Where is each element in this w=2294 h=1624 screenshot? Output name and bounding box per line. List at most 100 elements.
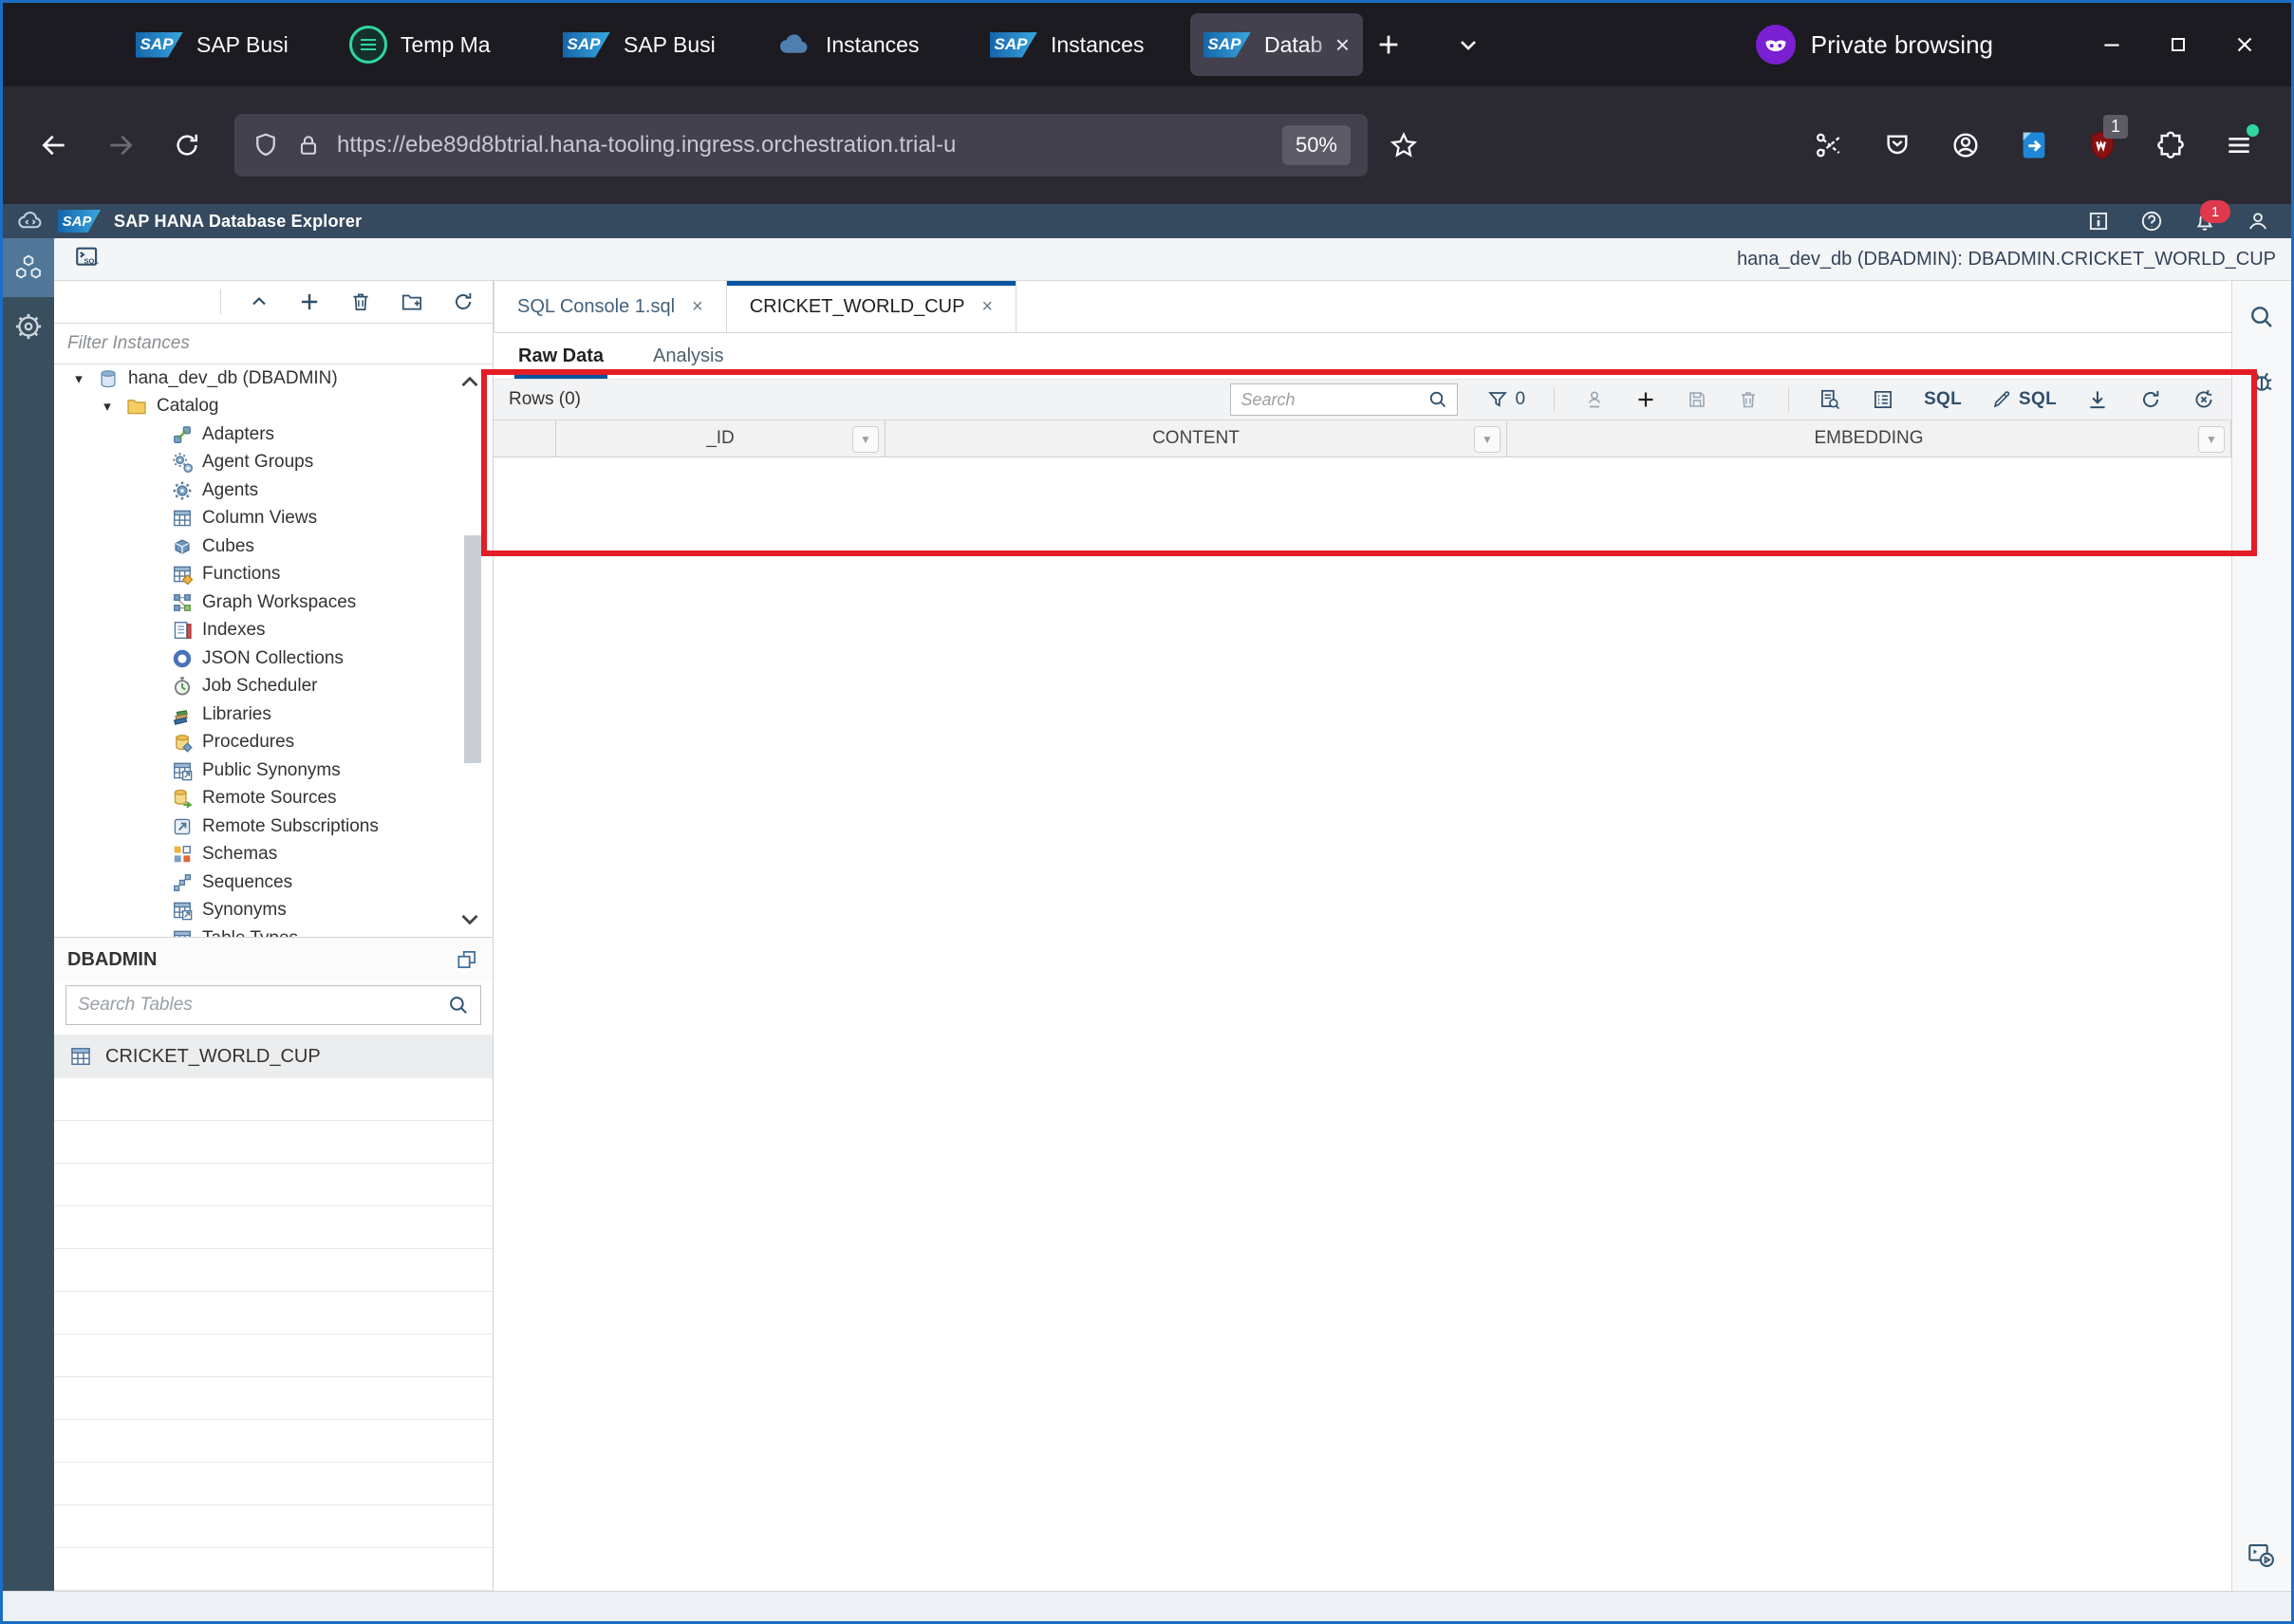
- menu-hamburger-icon[interactable]: [2211, 119, 2266, 172]
- browser-tab-instances[interactable]: SAPInstances: [977, 13, 1190, 76]
- add-folder-icon[interactable]: [400, 289, 424, 314]
- tree-item-functions[interactable]: Functions: [54, 561, 493, 589]
- delete-rows-button[interactable]: [1737, 388, 1760, 411]
- browser-tab-datab[interactable]: SAPDatab×: [1190, 13, 1363, 76]
- tree-scroll-down-icon[interactable]: [453, 905, 487, 933]
- tree-scrollbar-thumb[interactable]: [464, 535, 481, 763]
- bookmark-star-button[interactable]: [1377, 119, 1430, 172]
- search-tables-icon[interactable]: [446, 993, 471, 1017]
- tree-item-agent-groups[interactable]: Agent Groups: [54, 449, 493, 477]
- column-header--id[interactable]: _ID▼: [556, 420, 886, 457]
- close-window-button[interactable]: [2211, 16, 2278, 73]
- browser-tab-instances[interactable]: Instances: [763, 13, 977, 76]
- add-row-button[interactable]: [1634, 388, 1657, 411]
- blue-doc-extension-icon[interactable]: [2006, 119, 2061, 172]
- tree-item-indexes[interactable]: Indexes: [54, 617, 493, 645]
- save-rows-button[interactable]: [1686, 388, 1708, 411]
- tree-item-job-scheduler[interactable]: Job Scheduler: [54, 673, 493, 701]
- user-profile-icon[interactable]: [2246, 209, 2270, 233]
- cancel-refresh-button[interactable]: [2191, 387, 2216, 412]
- browser-tab-sap-busi[interactable]: SAPSAP Busi: [122, 13, 336, 76]
- tree-item-agents[interactable]: Agents: [54, 476, 493, 505]
- column-filter-button[interactable]: ▼: [1474, 426, 1501, 453]
- database-explorer-rail-item[interactable]: [3, 238, 54, 297]
- column-settings-button[interactable]: [1871, 387, 1895, 412]
- close-tab-icon[interactable]: ×: [1335, 30, 1350, 60]
- tree-item-graph-workspaces[interactable]: Graph Workspaces: [54, 588, 493, 617]
- tree-item-procedures[interactable]: Procedures: [54, 729, 493, 757]
- add-instance-icon[interactable]: [297, 289, 322, 314]
- search-rail-icon[interactable]: [2247, 302, 2277, 332]
- tree-item-table-types[interactable]: Table Types: [54, 924, 493, 937]
- filter-instances-input[interactable]: [54, 333, 493, 354]
- sql-console-run-icon[interactable]: [2246, 1539, 2278, 1571]
- refresh-instances-icon[interactable]: [451, 289, 476, 314]
- browser-tab-temp-ma[interactable]: Temp Ma: [336, 13, 550, 76]
- tree-item-database[interactable]: ▾hana_dev_db (DBADMIN): [54, 364, 493, 393]
- subtab-raw-data[interactable]: Raw Data: [518, 345, 604, 379]
- tree-item-column-views[interactable]: Column Views: [54, 505, 493, 533]
- grid-search-icon[interactable]: [1427, 388, 1449, 411]
- tree-item-libraries[interactable]: Libraries: [54, 700, 493, 729]
- minimize-button[interactable]: [2079, 16, 2145, 73]
- generate-sql-button[interactable]: SQL: [1924, 389, 1962, 410]
- table-list-item[interactable]: CRICKET_WORLD_CUP: [54, 1035, 493, 1078]
- tree-item-adapters[interactable]: Adapters: [54, 420, 493, 449]
- account-icon[interactable]: [1938, 119, 1993, 172]
- back-button[interactable]: [28, 119, 81, 172]
- tree-item-sequences[interactable]: Sequences: [54, 868, 493, 897]
- new-tab-button[interactable]: [1363, 19, 1414, 70]
- tree-item-cubes[interactable]: Cubes: [54, 532, 493, 561]
- open-sql-console-icon[interactable]: [73, 243, 105, 275]
- edit-sql-button[interactable]: SQL: [1990, 388, 2057, 411]
- filter-funnel-button[interactable]: 0: [1486, 388, 1525, 411]
- tree-item-synonyms[interactable]: Synonyms: [54, 897, 493, 925]
- expand-caret-icon[interactable]: ▾: [71, 370, 86, 387]
- row-selector-header-cell[interactable]: [494, 420, 556, 457]
- column-filter-button[interactable]: ▼: [852, 426, 879, 453]
- debugger-bug-icon[interactable]: [2247, 366, 2277, 397]
- list-all-tabs-button[interactable]: [1443, 19, 1494, 70]
- tree-item-remote-sources[interactable]: Remote Sources: [54, 785, 493, 813]
- notifications-bell-icon[interactable]: 1: [2192, 209, 2217, 233]
- url-bar[interactable]: https://ebe89d8btrial.hana-tooling.ingre…: [234, 114, 1368, 177]
- close-editor-tab-icon[interactable]: ×: [692, 296, 703, 318]
- download-button[interactable]: [2085, 387, 2110, 412]
- grid-search-input[interactable]: [1239, 389, 1427, 411]
- column-filter-button[interactable]: ▼: [2198, 426, 2225, 453]
- column-header-embedding[interactable]: EMBEDDING▼: [1507, 420, 2231, 457]
- editor-tab-cricket-world-cup[interactable]: CRICKET_WORLD_CUP×: [727, 281, 1016, 332]
- reload-button[interactable]: [160, 119, 214, 172]
- cloud-code-icon[interactable]: [16, 207, 45, 235]
- tree-item-remote-subscriptions[interactable]: Remote Subscriptions: [54, 812, 493, 841]
- tracking-shield-icon[interactable]: [252, 131, 280, 159]
- tree-scroll-up-icon[interactable]: [453, 368, 487, 397]
- subtab-analysis[interactable]: Analysis: [653, 345, 723, 379]
- forward-button[interactable]: [94, 119, 147, 172]
- extensions-puzzle-icon[interactable]: [2143, 119, 2198, 172]
- info-icon[interactable]: [2086, 209, 2111, 233]
- refresh-grid-button[interactable]: [2138, 387, 2163, 412]
- screenshot-scissors-icon[interactable]: [1801, 119, 1856, 172]
- url-text[interactable]: https://ebe89d8btrial.hana-tooling.ingre…: [337, 132, 1267, 159]
- zoom-level-badge[interactable]: 50%: [1282, 125, 1351, 165]
- lock-icon[interactable]: [295, 132, 322, 159]
- maximize-button[interactable]: [2145, 16, 2211, 73]
- delete-instance-icon[interactable]: [348, 289, 373, 314]
- pin-row-button[interactable]: [1583, 388, 1606, 411]
- view-definition-button[interactable]: [1818, 387, 1842, 412]
- close-editor-tab-icon[interactable]: ×: [981, 296, 993, 318]
- settings-gear-rail-item[interactable]: [3, 297, 54, 356]
- pocket-icon[interactable]: [1870, 119, 1925, 172]
- tree-item-folder[interactable]: ▾Catalog: [54, 393, 493, 421]
- search-tables-input[interactable]: [76, 994, 446, 1017]
- tree-item-json-collections[interactable]: JSON Collections: [54, 644, 493, 673]
- open-in-new-window-icon[interactable]: [455, 947, 479, 972]
- help-icon[interactable]: [2139, 209, 2164, 233]
- browser-tab-sap-busi[interactable]: SAPSAP Busi: [550, 13, 763, 76]
- editor-tab-sql-console-1-sql[interactable]: SQL Console 1.sql×: [494, 281, 727, 332]
- column-header-content[interactable]: CONTENT▼: [886, 420, 1507, 457]
- red-shield-extension-icon[interactable]: 1: [2075, 119, 2130, 172]
- collapse-all-icon[interactable]: [248, 290, 270, 313]
- tree-item-public-synonyms[interactable]: Public Synonyms: [54, 756, 493, 785]
